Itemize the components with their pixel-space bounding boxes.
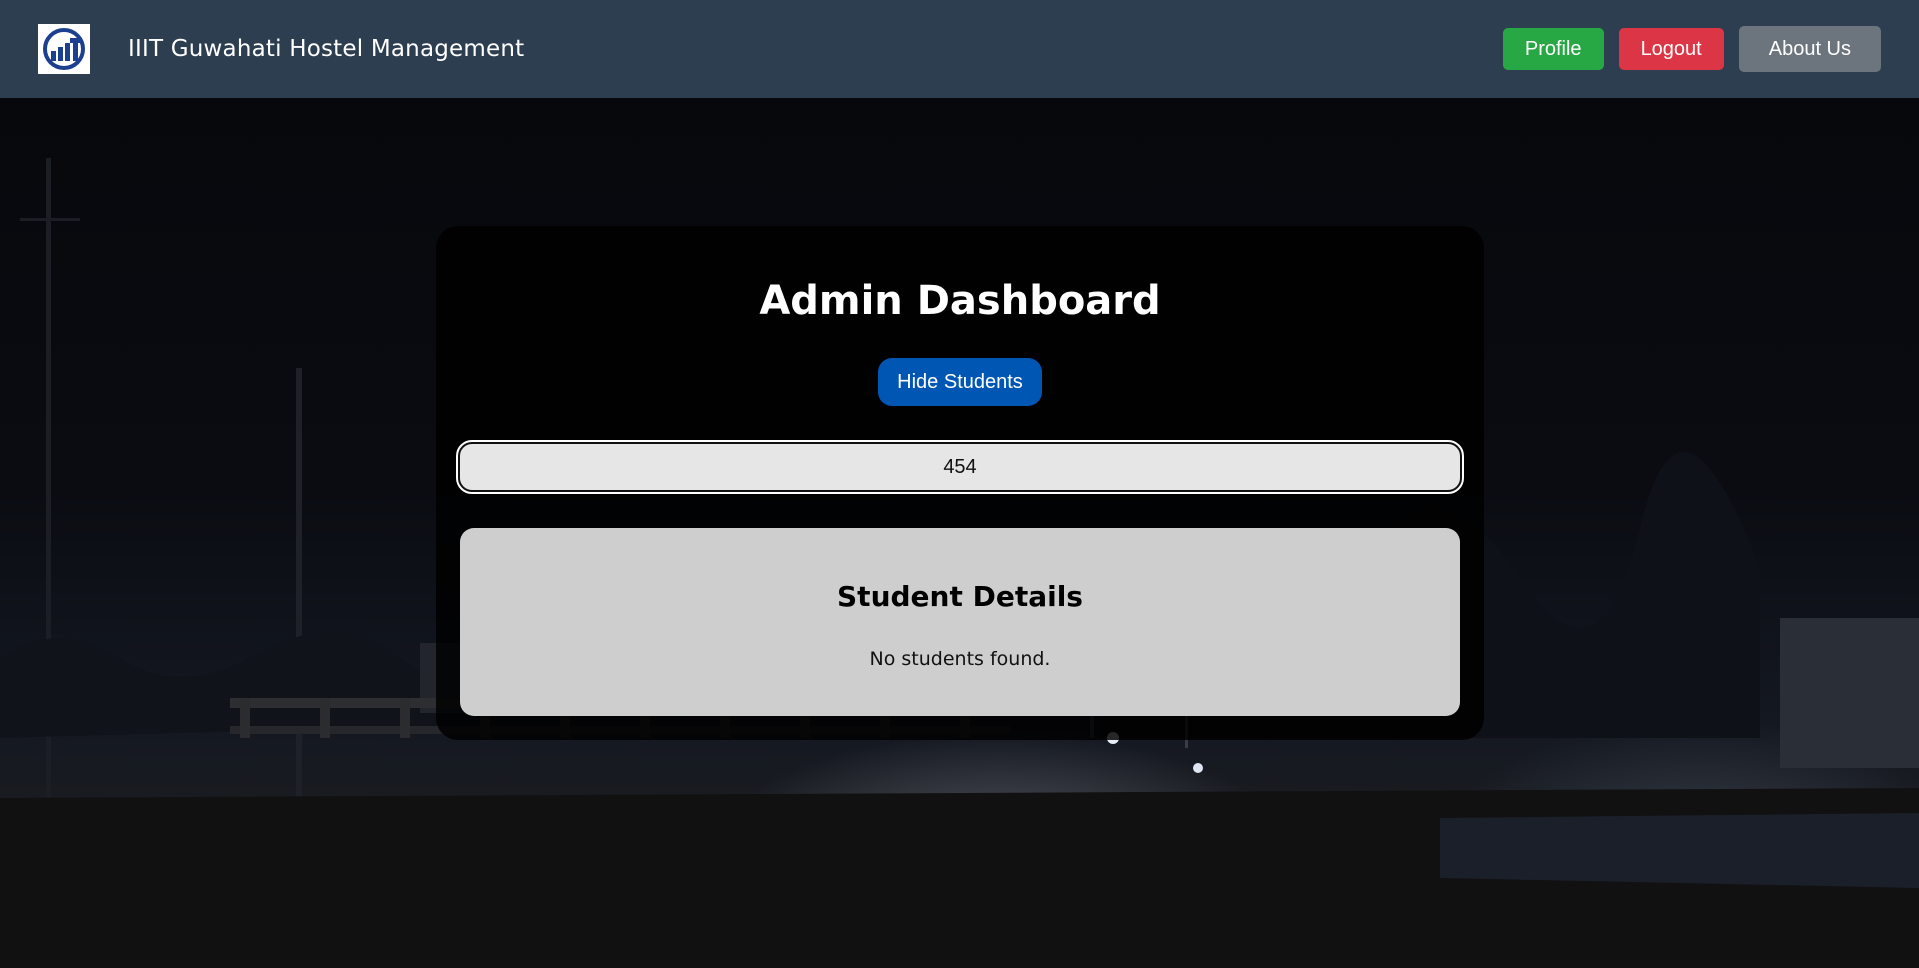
nav-actions: Profile Logout About Us <box>1502 26 1881 72</box>
empty-state-message: No students found. <box>869 648 1051 670</box>
logo-emblem-icon <box>43 28 85 70</box>
logout-button[interactable]: Logout <box>1618 28 1724 70</box>
app-title: IIIT Guwahati Hostel Management <box>128 36 525 62</box>
top-navbar: IIIT Guwahati Hostel Management Profile … <box>0 0 1919 98</box>
profile-button[interactable]: Profile <box>1502 28 1604 70</box>
admin-dashboard-card: Admin Dashboard Hide Students Student De… <box>436 226 1484 740</box>
page-title: Admin Dashboard <box>759 278 1161 324</box>
about-us-button[interactable]: About Us <box>1738 26 1881 72</box>
hide-students-button[interactable]: Hide Students <box>878 358 1042 406</box>
student-details-panel: Student Details No students found. <box>460 528 1460 716</box>
iiitg-logo-icon <box>38 24 90 74</box>
student-search-input[interactable] <box>456 440 1464 494</box>
student-details-heading: Student Details <box>837 580 1083 613</box>
